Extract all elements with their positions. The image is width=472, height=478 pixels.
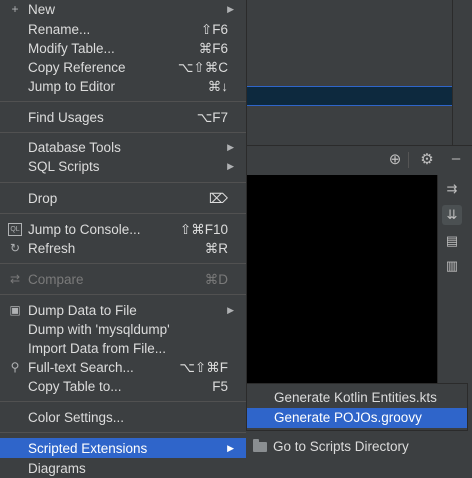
menu-item-dump-with-mysqldump[interactable]: Dump with 'mysqldump' xyxy=(0,320,246,339)
menu-separator xyxy=(0,132,246,133)
plus-icon: + xyxy=(11,2,19,16)
submenu-arrow-icon: ▶ xyxy=(227,305,234,315)
compare-icon: ⇄ xyxy=(9,272,21,286)
menu-separator xyxy=(0,263,246,264)
scripted-extensions-submenu: Generate Kotlin Entities.kts Generate PO… xyxy=(246,383,468,431)
print-icon[interactable]: ▤ xyxy=(442,231,462,251)
gear-icon[interactable]: ⚙ xyxy=(417,151,437,169)
menu-item-rename[interactable]: Rename... ⇧F6 xyxy=(0,20,246,39)
search-icon: ⚲ xyxy=(10,360,20,374)
submenu-arrow-icon: ▶ xyxy=(227,161,234,171)
selected-tree-row[interactable] xyxy=(235,86,452,106)
refresh-icon: ↻ xyxy=(9,241,21,255)
menu-item-dump-data-to-file[interactable]: ▣ Dump Data to File ▶ xyxy=(0,301,246,320)
menu-separator xyxy=(0,294,246,295)
menu-item-scripted-extensions[interactable]: Scripted Extensions ▶ xyxy=(0,438,246,458)
submenu-arrow-icon: ▶ xyxy=(227,4,234,14)
soft-wrap-icon[interactable]: ⇉ xyxy=(442,179,462,199)
menu-item-drop[interactable]: Drop ⌦ xyxy=(0,189,246,208)
crosshair-icon[interactable]: ⊕ xyxy=(385,151,405,169)
menu-item-new[interactable]: + New ▶ xyxy=(0,0,246,19)
go-to-scripts-directory[interactable]: Go to Scripts Directory xyxy=(246,431,472,465)
minimize-icon[interactable]: – xyxy=(446,150,466,168)
menu-item-sql-scripts[interactable]: SQL Scripts ▶ xyxy=(0,157,246,176)
console-icon: QL xyxy=(8,223,22,236)
menu-separator xyxy=(0,213,246,214)
menu-separator xyxy=(0,101,246,102)
menu-separator xyxy=(0,182,246,183)
submenu-item-generate-kotlin[interactable]: Generate Kotlin Entities.kts xyxy=(247,388,467,408)
menu-item-color-settings[interactable]: Color Settings... xyxy=(0,408,246,427)
submenu-arrow-icon: ▶ xyxy=(227,442,234,453)
folder-icon xyxy=(253,439,267,452)
menu-separator xyxy=(0,432,246,433)
menu-item-diagrams[interactable]: Diagrams xyxy=(0,459,246,478)
submenu-item-generate-pojos[interactable]: Generate POJOs.groovy xyxy=(247,408,467,428)
editor-panel xyxy=(235,0,472,145)
scroll-to-end-icon[interactable]: ⇊ xyxy=(442,205,462,225)
menu-item-copy-table[interactable]: Copy Table to... F5 xyxy=(0,377,246,396)
right-strip xyxy=(452,0,472,145)
menu-item-import-data[interactable]: Import Data from File... xyxy=(0,339,246,358)
save-icon: ▣ xyxy=(9,303,21,317)
context-menu: + New ▶ Rename... ⇧F6 Modify Table... ⌘F… xyxy=(0,0,247,476)
menu-separator xyxy=(0,401,246,402)
trash-icon[interactable]: ▥ xyxy=(442,256,462,276)
menu-item-jump-to-editor[interactable]: Jump to Editor ⌘↓ xyxy=(0,77,246,96)
submenu-arrow-icon: ▶ xyxy=(227,142,234,152)
menu-item-jump-to-console[interactable]: QL Jump to Console... ⇧⌘F10 xyxy=(0,220,246,239)
menu-item-compare: ⇄ Compare ⌘D xyxy=(0,270,246,289)
menu-item-copy-reference[interactable]: Copy Reference ⌥⇧⌘C xyxy=(0,58,246,77)
menu-item-database-tools[interactable]: Database Tools ▶ xyxy=(0,138,246,157)
menu-item-refresh[interactable]: ↻ Refresh ⌘R xyxy=(0,239,246,258)
menu-item-full-text-search[interactable]: ⚲ Full-text Search... ⌥⇧⌘F xyxy=(0,358,246,377)
toolbar-separator xyxy=(408,152,409,168)
menu-item-find-usages[interactable]: Find Usages ⌥F7 xyxy=(0,108,246,127)
menu-item-modify-table[interactable]: Modify Table... ⌘F6 xyxy=(0,39,246,58)
